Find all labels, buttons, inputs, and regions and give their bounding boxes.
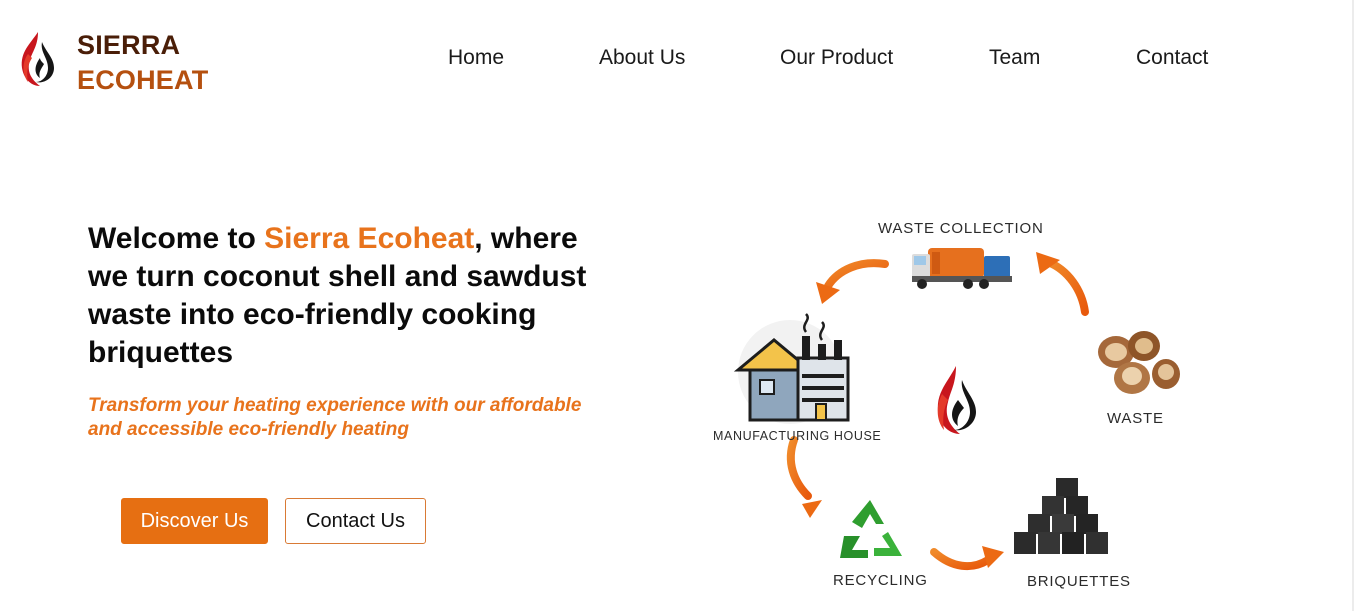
label-waste: WASTE	[1107, 410, 1164, 427]
nav-about-us[interactable]: About Us	[599, 46, 685, 70]
label-waste-collection: WASTE COLLECTION	[878, 220, 1044, 237]
label-recycling: RECYCLING	[833, 572, 928, 589]
arrow-recycling-to-briquettes	[930, 546, 1004, 571]
nav-our-product[interactable]: Our Product	[780, 46, 893, 70]
contact-us-button[interactable]: Contact Us	[285, 498, 426, 544]
label-briquettes: BRIQUETTES	[1027, 573, 1131, 590]
discover-us-button[interactable]: Discover Us	[121, 498, 268, 544]
briquettes-stack-icon	[1014, 478, 1108, 554]
hero-title-highlight: Sierra Ecoheat	[264, 222, 475, 255]
nav-home[interactable]: Home	[448, 46, 504, 70]
arrow-collection-to-factory	[816, 259, 889, 304]
factory-icon	[733, 313, 850, 424]
recycle-icon	[840, 500, 902, 558]
recycling-cycle-diagram: WASTE COLLECTION WASTE MANUFACTURING HOU…	[690, 200, 1210, 611]
main-nav: Home About Us Our Product Team Contact	[0, 46, 1354, 76]
hero-subtitle: Transform your heating experience with o…	[88, 395, 582, 440]
nav-contact[interactable]: Contact	[1136, 46, 1208, 70]
garbage-truck-icon	[912, 248, 1012, 289]
arrow-factory-to-recycling	[786, 436, 822, 518]
coconut-shells-icon	[1098, 331, 1180, 394]
flame-logo-icon	[937, 366, 976, 434]
nav-team[interactable]: Team	[989, 46, 1040, 70]
hero-title-prefix: Welcome to	[88, 222, 265, 255]
cycle-arrows	[733, 248, 1180, 571]
label-manufacturing-house: MANUFACTURING HOUSE	[713, 429, 882, 443]
hero-title: Welcome to Sierra Ecoheat, where we turn…	[88, 220, 608, 372]
arrow-waste-to-collection	[1036, 252, 1089, 316]
